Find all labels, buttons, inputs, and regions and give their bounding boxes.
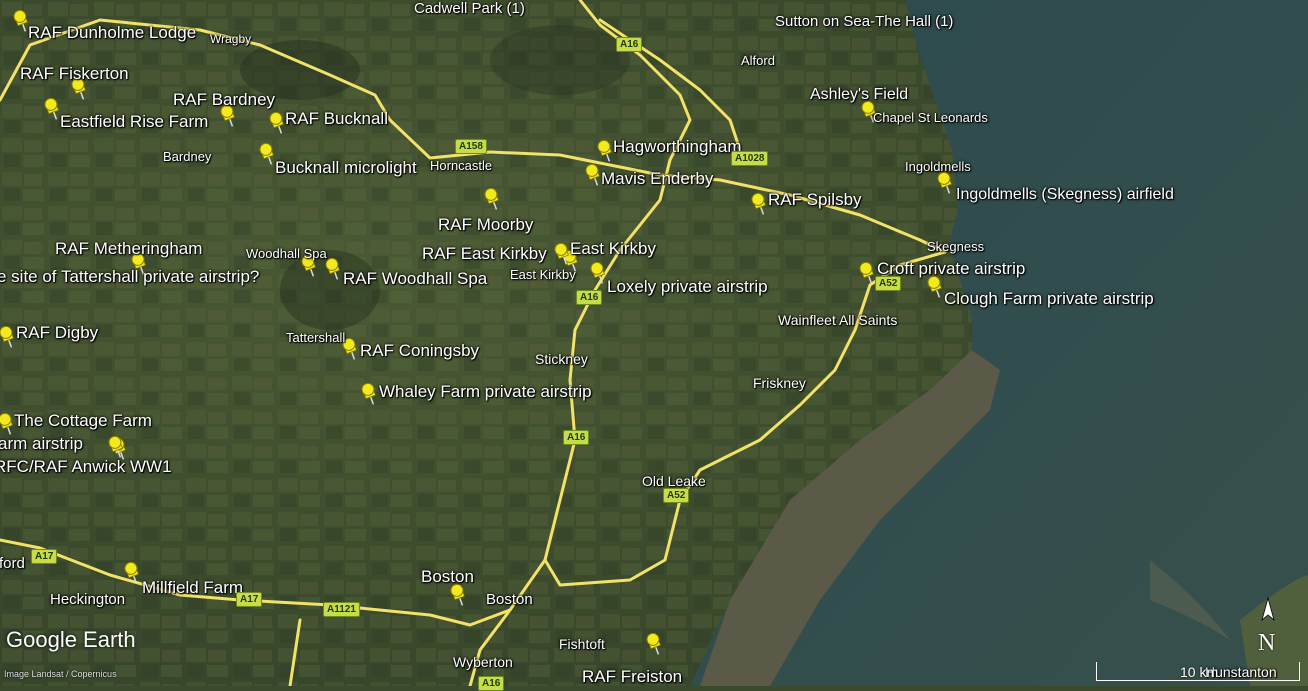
town-label-fishtoft: Fishtoft — [559, 636, 605, 652]
pin-label-raf-bucknall[interactable]: RAF Bucknall — [285, 110, 388, 127]
pin-label-farm-airstrip[interactable]: arm airstrip — [0, 435, 83, 452]
pin-label-boston[interactable]: Boston — [421, 568, 474, 585]
road-shield-a1028: A1028 — [731, 151, 769, 166]
imagery-credit: Image Landsat / Copernicus — [4, 669, 117, 679]
town-label-chapel-st-leonards: Chapel St Leonards — [873, 110, 988, 125]
road-shield-a17: A17 — [31, 549, 58, 564]
pin-label-ashleys-field[interactable]: Ashley's Field — [810, 87, 908, 103]
town-label-heckington: Heckington — [50, 591, 126, 608]
pin-label-croft-private-airstrip[interactable]: Croft private airstrip — [877, 260, 1025, 277]
pin-label-millfield-farm[interactable]: Millfield Farm — [142, 579, 243, 596]
pin-label-raf-spilsby[interactable]: RAF Spilsby — [768, 191, 862, 208]
road-shield-a158: A158 — [455, 139, 487, 154]
town-label-alford: Alford — [741, 53, 775, 68]
pin-label-clough-farm-private-airstrip[interactable]: Clough Farm private airstrip — [944, 290, 1154, 307]
town-label-wyberton: Wyberton — [453, 654, 513, 670]
town-label-tattershall: Tattershall — [286, 330, 346, 345]
road-shield-a1121: A1121 — [323, 602, 360, 617]
pin-label-mavis-enderby[interactable]: Mavis Enderby — [601, 170, 713, 187]
scale-bar-label: 10 km — [1180, 664, 1219, 680]
pin-label-raf-fiskerton[interactable]: RAF Fiskerton — [20, 65, 129, 82]
pin-label-loxely-private-airstrip[interactable]: Loxely private airstrip — [607, 278, 768, 295]
pin-label-tattershall-private-airstrip[interactable]: e site of Tattershall private airstrip? — [0, 268, 259, 285]
road-shield-a16: A16 — [478, 676, 505, 691]
town-label-woodhall-spa: Woodhall Spa — [246, 246, 327, 261]
google-earth-logo: Google Earth — [6, 627, 136, 652]
road-shield-a16: A16 — [616, 37, 643, 52]
road-shield-a16: A16 — [576, 290, 603, 305]
pin-label-raf-digby[interactable]: RAF Digby — [16, 324, 98, 341]
pin-label-whaley-farm[interactable]: Whaley Farm private airstrip — [379, 383, 592, 400]
town-label-wainfleet: Wainfleet All Saints — [778, 312, 898, 328]
town-label-wragby: Wragby — [210, 32, 252, 46]
pin-label-eastfield-rise-farm[interactable]: Eastfield Rise Farm — [60, 113, 208, 130]
pin-label-ingoldmells-airfield[interactable]: Ingoldmells (Skegness) airfield — [956, 187, 1174, 203]
town-label-ingoldmells: Ingoldmells — [905, 159, 971, 174]
town-label-old-leake: Old Leake — [642, 473, 706, 489]
pin-label-bucknall-microlight[interactable]: Bucknall microlight — [275, 159, 417, 176]
pin-label-sutton-on-sea[interactable]: Sutton on Sea-The Hall (1) — [775, 14, 953, 29]
town-label-sleaford: ford — [0, 555, 25, 572]
road-shield-a16: A16 — [563, 430, 590, 445]
pin-label-raf-freiston[interactable]: RAF Freiston — [582, 668, 682, 685]
town-label-bardney: Bardney — [163, 149, 212, 164]
town-label-horncastle: Horncastle — [430, 158, 493, 173]
pin-label-rfc-raf-anwick[interactable]: RFC/RAF Anwick WW1 — [0, 458, 172, 475]
pin-label-raf-dunholme-lodge[interactable]: RAF Dunholme Lodge — [28, 24, 196, 41]
town-label-skegness: Skegness — [927, 239, 985, 254]
pin-label-cadwell-park[interactable]: Cadwell Park (1) — [414, 1, 525, 16]
town-label-friskney: Friskney — [753, 375, 806, 391]
road-shield-a52: A52 — [875, 276, 902, 291]
woodland-patch — [490, 25, 630, 95]
pin-label-raf-coningsby[interactable]: RAF Coningsby — [360, 342, 479, 359]
town-label-east-kirkby: East Kirkby — [510, 267, 576, 282]
compass-letter: N — [1258, 630, 1276, 656]
pin-label-raf-woodhall-spa[interactable]: RAF Woodhall Spa — [343, 270, 487, 287]
town-label-stickney: Stickney — [535, 351, 588, 367]
pin-label-raf-bardney[interactable]: RAF Bardney — [173, 91, 275, 108]
road-shield-a52: A52 — [663, 488, 690, 503]
pin-label-raf-metheringham[interactable]: RAF Metheringham — [55, 240, 202, 257]
town-label-boston: Boston — [486, 591, 533, 608]
pin-label-raf-east-kirkby[interactable]: RAF East Kirkby — [422, 245, 547, 262]
road-shield-a17: A17 — [236, 592, 263, 607]
pin-label-east-kirkby[interactable]: East Kirkby — [570, 240, 656, 257]
pin-label-the-cottage-farm[interactable]: The Cottage Farm — [14, 412, 152, 429]
pin-label-raf-moorby[interactable]: RAF Moorby — [438, 216, 533, 233]
pin-label-hagworthingham[interactable]: Hagworthingham — [613, 138, 742, 155]
